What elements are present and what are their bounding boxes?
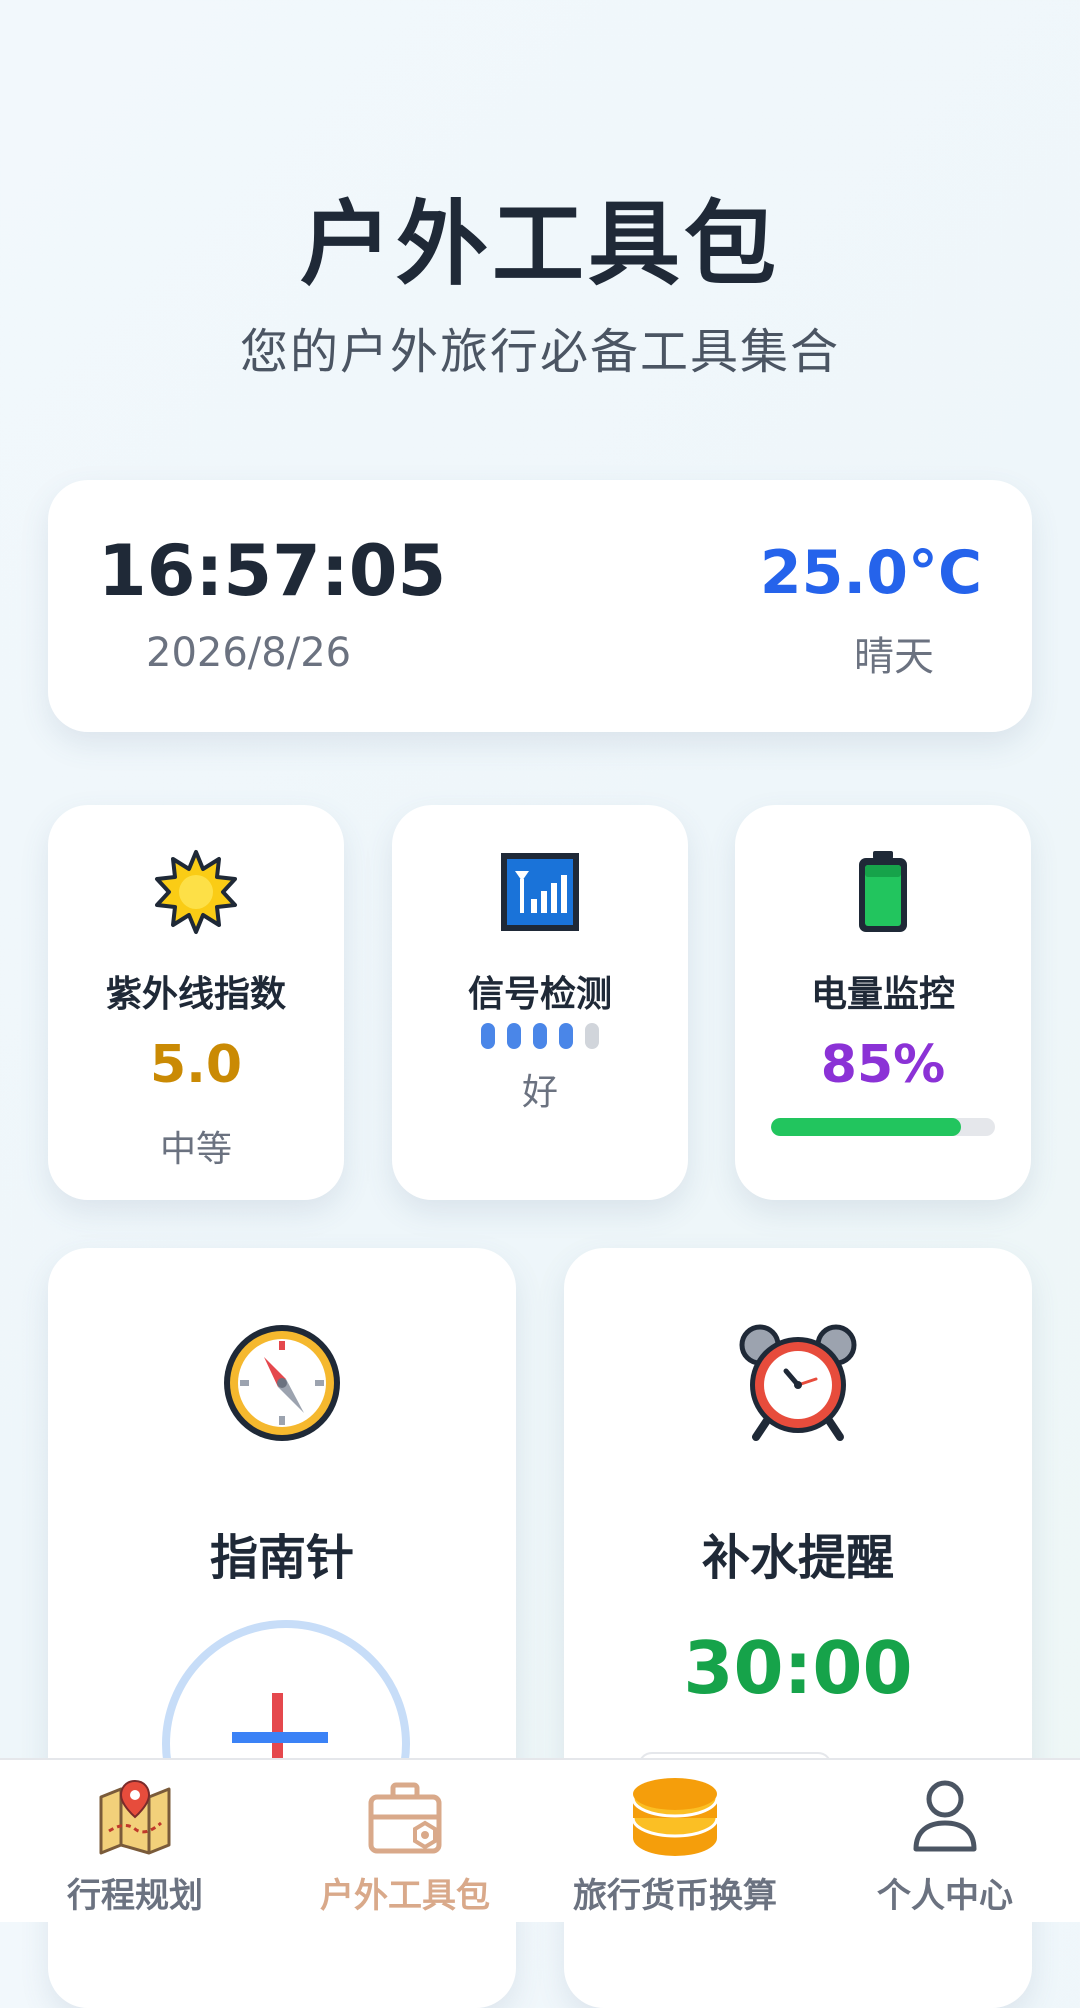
time-weather-card: 16:57:05 2026/8/26 25.0°C 晴天 <box>48 480 1032 732</box>
current-time: 16:57:05 <box>98 530 447 612</box>
nav-item-profile[interactable]: 个人中心 <box>810 1760 1080 1922</box>
signal-bar <box>585 1023 599 1049</box>
battery-icon <box>735 847 1031 937</box>
battery-label: 电量监控 <box>810 974 955 1015</box>
compass-label: 指南针 <box>209 1530 354 1586</box>
nav-label: 个人中心 <box>877 1876 1013 1916</box>
compass-needle-east-west <box>232 1732 328 1743</box>
page: 户外工具包 您的户外旅行必备工具集合 16:57:05 2026/8/26 25… <box>0 0 1080 2008</box>
signal-bar <box>481 1023 495 1049</box>
coins-icon <box>540 1772 810 1862</box>
bottom-navigation: 行程规划 户外工具包 旅行货币换算 个人中心 <box>0 1758 1080 1922</box>
nav-item-outdoor-toolkit[interactable]: 户外工具包 <box>270 1760 540 1922</box>
nav-item-currency-converter[interactable]: 旅行货币换算 <box>540 1760 810 1922</box>
user-icon <box>810 1772 1080 1862</box>
compass-icon <box>48 1318 516 1448</box>
signal-status: 好 <box>521 1072 558 1113</box>
page-subtitle: 您的户外旅行必备工具集合 <box>239 324 840 380</box>
map-icon <box>0 1772 270 1862</box>
signal-bar <box>533 1023 547 1049</box>
battery-level-bar <box>771 1118 995 1136</box>
signal-label: 信号检测 <box>467 974 612 1015</box>
signal-check-card[interactable]: 信号检测 好 <box>392 805 688 1200</box>
nav-label: 旅行货币换算 <box>573 1876 777 1916</box>
page-title: 户外工具包 <box>299 191 780 298</box>
battery-monitor-card[interactable]: 电量监控 85% <box>735 805 1031 1200</box>
uv-label: 紫外线指数 <box>105 974 286 1015</box>
battery-level-fill <box>771 1118 962 1136</box>
nav-label: 行程规划 <box>67 1876 203 1916</box>
signal-bar <box>559 1023 573 1049</box>
signal-bar <box>507 1023 521 1049</box>
temperature: 25.0°C <box>759 538 982 608</box>
uv-level: 中等 <box>159 1129 232 1170</box>
nav-label: 户外工具包 <box>320 1876 490 1916</box>
hydration-timer: 30:00 <box>683 1626 913 1710</box>
uv-value: 5.0 <box>149 1035 243 1095</box>
battery-value: 85% <box>820 1035 946 1095</box>
weather-condition: 晴天 <box>854 634 934 680</box>
alarm-clock-icon <box>564 1318 1032 1448</box>
current-date: 2026/8/26 <box>146 630 352 676</box>
hydration-label: 补水提醒 <box>701 1530 894 1586</box>
uv-index-card[interactable]: 紫外线指数 5.0 中等 <box>48 805 344 1200</box>
signal-strength-bars <box>392 1023 688 1049</box>
nav-item-trip-planning[interactable]: 行程规划 <box>0 1760 270 1922</box>
toolbox-icon <box>270 1772 540 1862</box>
signal-icon <box>392 847 688 937</box>
sun-icon <box>48 847 344 937</box>
